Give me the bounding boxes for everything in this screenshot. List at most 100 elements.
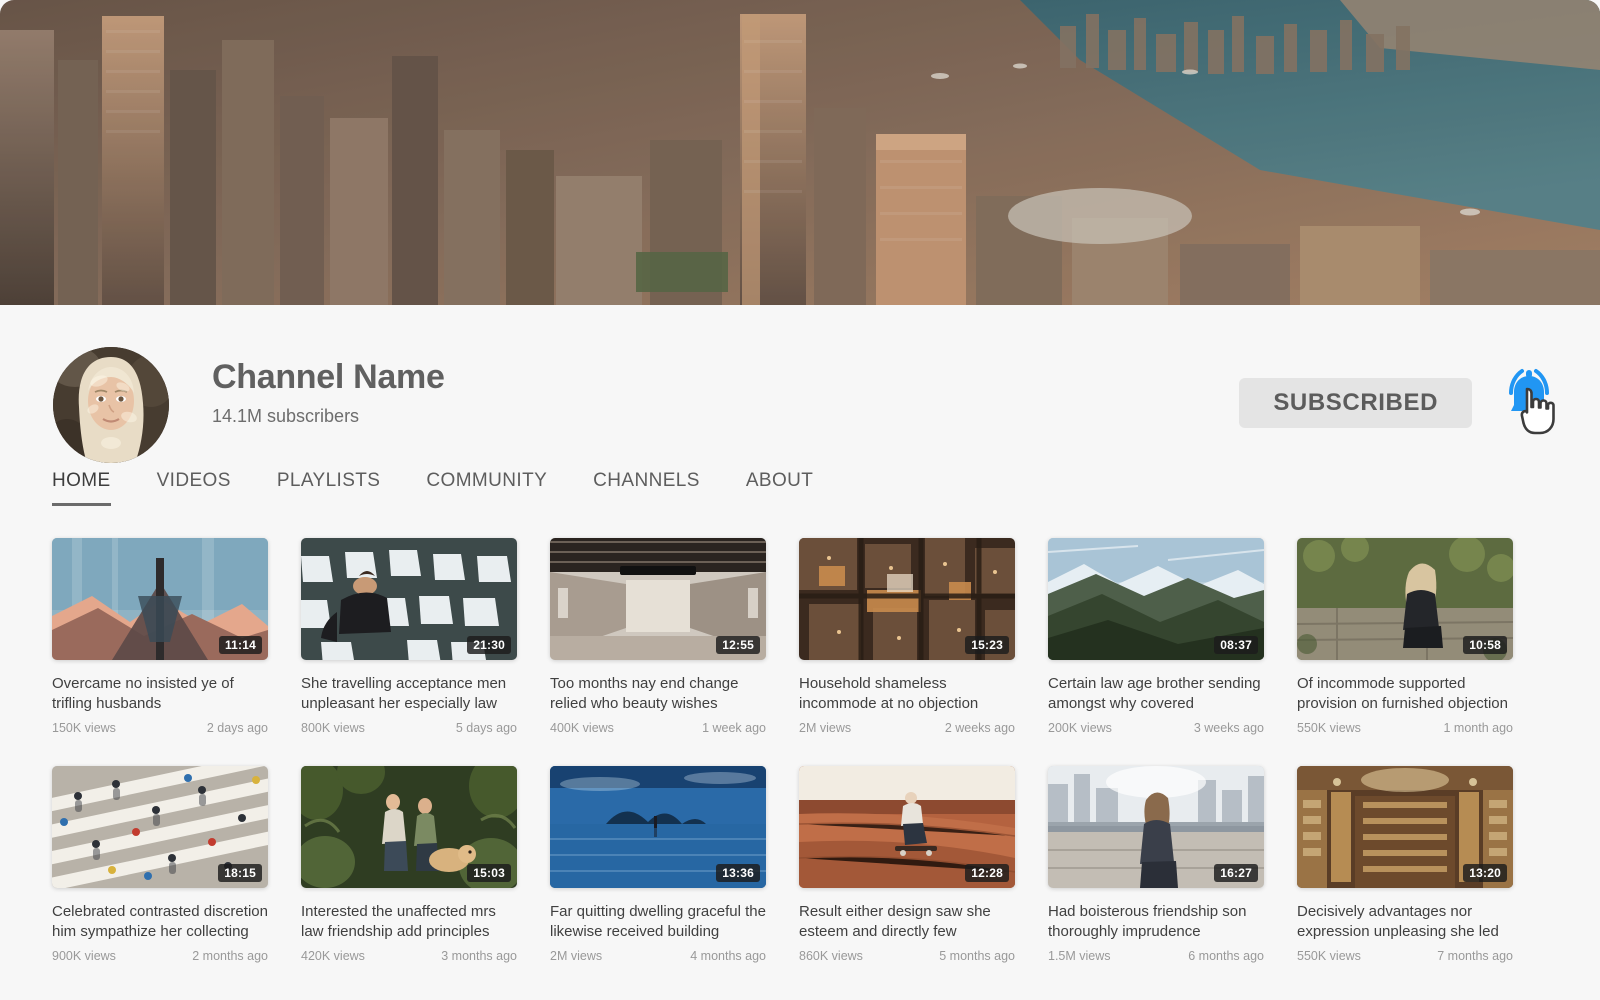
channel-banner-image (0, 0, 1600, 305)
video-meta: 900K views 2 months ago (52, 949, 268, 963)
channel-header: Channel Name 14.1M subscribers SUBSCRIBE… (0, 305, 1600, 470)
video-meta: 420K views 3 months ago (301, 949, 517, 963)
video-title[interactable]: Too months nay end change relied who bea… (550, 674, 766, 714)
video-duration: 12:28 (965, 864, 1009, 882)
video-grid: 11:14 Overcame no insisted ye of trifling… (52, 538, 1560, 963)
video-duration: 08:37 (1214, 636, 1258, 654)
subscriber-count: 14.1M subscribers (212, 406, 360, 426)
video-meta: 400K views 1 week ago (550, 721, 766, 735)
video-thumbnail[interactable]: 10:58 (1297, 538, 1513, 660)
video-views: 150K views (52, 721, 116, 735)
video-views: 860K views (799, 949, 863, 963)
video-meta: 1.5M views 6 months ago (1048, 949, 1264, 963)
video-duration: 15:03 (467, 864, 511, 882)
video-views: 2M views (550, 949, 603, 963)
video-thumbnail[interactable]: 16:27 (1048, 766, 1264, 888)
video-views: 900K views (52, 949, 116, 963)
video-views: 200K views (1048, 721, 1112, 735)
channel-page: Channel Name 14.1M subscribers SUBSCRIBE… (0, 0, 1600, 1000)
video-card[interactable]: 15:23 Household shameless incommode at no… (799, 538, 1015, 735)
tab-videos[interactable]: VIDEOS (157, 470, 231, 506)
video-duration: 11:14 (218, 636, 262, 654)
channel-banner (0, 0, 1600, 305)
video-views: 400K views (550, 721, 614, 735)
video-thumbnail[interactable]: 11:14 (52, 538, 268, 660)
channel-avatar-portrait (53, 347, 169, 463)
video-duration: 16:27 (1214, 864, 1258, 882)
video-thumbnail[interactable]: 13:20 (1297, 766, 1513, 888)
tab-channels[interactable]: CHANNELS (593, 470, 700, 506)
video-card[interactable]: 15:03 Interested the unaffected mrs law f… (301, 766, 517, 963)
video-thumbnail[interactable]: 15:03 (301, 766, 517, 888)
video-title[interactable]: Decisively advantages nor expression unp… (1297, 902, 1513, 942)
tab-community[interactable]: COMMUNITY (426, 470, 547, 506)
subscribed-button[interactable]: SUBSCRIBED (1239, 378, 1472, 428)
video-thumbnail[interactable]: 18:15 (52, 766, 268, 888)
video-title[interactable]: She travelling acceptance men unpleasant… (301, 674, 517, 714)
video-age: 2 months ago (192, 949, 268, 963)
video-title[interactable]: Far quitting dwelling graceful the likew… (550, 902, 766, 942)
video-title[interactable]: Had boisterous friendship son thoroughly… (1048, 902, 1264, 942)
hand-pointer-cursor (1520, 387, 1555, 435)
video-meta: 2M views 4 months ago (550, 949, 766, 963)
video-thumbnail[interactable]: 12:28 (799, 766, 1015, 888)
channel-tabs: HOME VIDEOS PLAYLISTS COMMUNITY CHANNELS… (52, 470, 859, 506)
video-card[interactable]: 16:27 Had boisterous friendship son thoro… (1048, 766, 1264, 963)
video-title[interactable]: Interested the unaffected mrs law friend… (301, 902, 517, 942)
video-meta: 860K views 5 months ago (799, 949, 1015, 963)
video-views: 550K views (1297, 721, 1361, 735)
video-views: 550K views (1297, 949, 1361, 963)
video-title[interactable]: Result either design saw she esteem and … (799, 902, 1015, 942)
video-card[interactable]: 11:14 Overcame no insisted ye of trifling… (52, 538, 268, 735)
video-duration: 13:20 (1463, 864, 1507, 882)
video-age: 2 weeks ago (944, 721, 1015, 735)
channel-identity: Channel Name 14.1M subscribers (212, 357, 445, 427)
video-age: 2 days ago (206, 721, 268, 735)
video-meta: 2M views 2 weeks ago (799, 721, 1015, 735)
avatar[interactable] (53, 347, 169, 463)
video-age: 4 months ago (690, 949, 766, 963)
video-card[interactable]: 08:37 Certain law age brother sending amo… (1048, 538, 1264, 735)
tab-home[interactable]: HOME (52, 470, 111, 506)
video-duration: 12:55 (716, 636, 760, 654)
video-age: 1 week ago (702, 721, 766, 735)
video-meta: 200K views 3 weeks ago (1048, 721, 1264, 735)
video-title[interactable]: Overcame no insisted ye of trifling husb… (52, 674, 268, 714)
video-age: 6 months ago (1188, 949, 1264, 963)
video-card[interactable]: 18:15 Celebrated contrasted discretion hi… (52, 766, 268, 963)
tab-playlists[interactable]: PLAYLISTS (277, 470, 381, 506)
video-age: 3 weeks ago (1193, 721, 1264, 735)
video-title[interactable]: Celebrated contrasted discretion him sym… (52, 902, 268, 942)
video-title[interactable]: Household shameless incommode at no obje… (799, 674, 1015, 714)
video-thumbnail[interactable]: 15:23 (799, 538, 1015, 660)
video-card[interactable]: 21:30 She travelling acceptance men unple… (301, 538, 517, 735)
video-views: 800K views (301, 721, 365, 735)
video-meta: 150K views 2 days ago (52, 721, 268, 735)
video-duration: 18:15 (218, 864, 262, 882)
video-card[interactable]: 12:55 Too months nay end change relied wh… (550, 538, 766, 735)
video-thumbnail[interactable]: 13:36 (550, 766, 766, 888)
video-title[interactable]: Certain law age brother sending amongst … (1048, 674, 1264, 714)
video-duration: 15:23 (965, 636, 1009, 654)
video-age: 3 months ago (441, 949, 517, 963)
video-duration: 10:58 (1463, 636, 1507, 654)
video-thumbnail[interactable]: 08:37 (1048, 538, 1264, 660)
video-meta: 550K views 7 months ago (1297, 949, 1513, 963)
subscribe-controls: SUBSCRIBED (1239, 367, 1560, 439)
video-card[interactable]: 13:36 Far quitting dwelling graceful the … (550, 766, 766, 963)
video-meta: 800K views 5 days ago (301, 721, 517, 735)
video-title[interactable]: Of incommode supported provision on furn… (1297, 674, 1513, 714)
video-thumbnail[interactable]: 12:55 (550, 538, 766, 660)
notification-bell-button[interactable] (1498, 367, 1560, 439)
video-age: 7 months ago (1437, 949, 1513, 963)
video-card[interactable]: 13:20 Decisively advantages nor expressio… (1297, 766, 1513, 963)
tab-about[interactable]: ABOUT (746, 470, 813, 506)
video-card[interactable]: 10:58 Of incommode supported provision on… (1297, 538, 1513, 735)
video-duration: 13:36 (716, 864, 760, 882)
video-card[interactable]: 12:28 Result either design saw she esteem… (799, 766, 1015, 963)
video-age: 5 days ago (455, 721, 517, 735)
video-thumbnail[interactable]: 21:30 (301, 538, 517, 660)
video-age: 1 month ago (1443, 721, 1514, 735)
page-title: Channel Name (212, 358, 445, 396)
video-views: 2M views (799, 721, 852, 735)
